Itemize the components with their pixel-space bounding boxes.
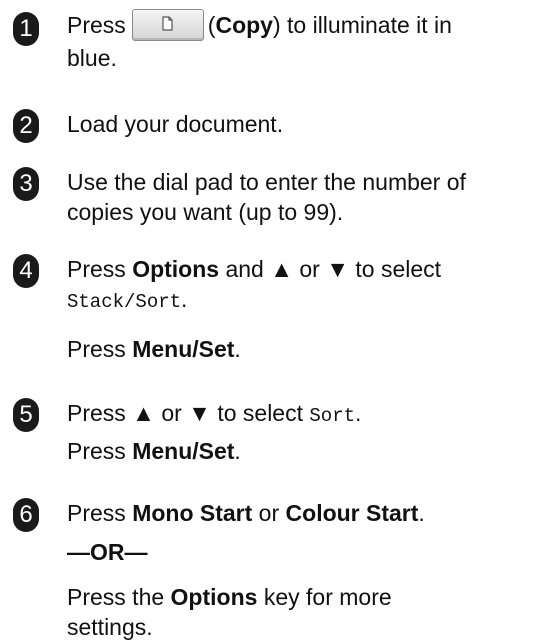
step-6-sub-pre: Press the [67,584,171,610]
step-3-text: Use the dial pad to enter the number of … [67,167,522,227]
step-5-sub-pre: Press [67,438,133,464]
step-number-4: 4 [13,254,39,288]
or-dash-left: — [67,539,90,565]
or-label: OR [90,539,125,565]
step-5-period: . [355,400,362,426]
step-4-options-label: Options [132,256,220,282]
or-dash-right: — [124,539,148,565]
step-6-sub: Press the Options key for more [67,582,392,612]
step-number-6: 6 [13,498,39,532]
step-2-text: Load your document. [67,111,284,137]
step-5-pre: Press ▲ or ▼ to select [67,400,310,426]
step-1-pre: Press [67,12,126,38]
step-5-line-1: Press ▲ or ▼ to select Sort. [67,398,522,431]
step-3-line-1: Use the dial pad to enter the number of [67,169,466,195]
step-4-sub-post: . [234,336,241,362]
step-4-period: . [181,286,188,312]
step-5-text: Press ▲ or ▼ to select Sort. [67,398,522,431]
step-number-1: 1 [13,12,39,46]
step-6-mid: or [252,500,286,526]
step-1-line-1: Press (Copy) to illuminate it in [67,8,522,43]
step-4-pre: Press [67,256,133,282]
step-6-line-1: Press Mono Start or Colour Start. [67,498,522,528]
step-4-line-1: Press Options and ▲ or ▼ to select [67,254,522,284]
step-1-line-2: blue. [67,44,117,71]
step-6-or: —OR— [67,537,148,567]
step-number-5: 5 [13,398,39,432]
step-5-sub-post: . [234,438,241,464]
step-4-sub-pre: Press [67,336,133,362]
step-6-sub-post: key for more [257,584,392,610]
step-4-text: Press Options and ▲ or ▼ to select Stack… [67,254,522,317]
step-6-options-label: Options [170,584,258,610]
step-4-mid: and ▲ or ▼ to select [219,256,442,282]
step-6-pre: Press [67,500,133,526]
step-6-text: Press Mono Start or Colour Start. [67,498,522,528]
step-4-line-2: Stack/Sort. [67,284,522,317]
step-3-line-2: copies you want (up to 99). [67,199,344,225]
document-icon [162,16,173,31]
step-number-3: 3 [13,167,39,201]
copy-key-icon [131,8,204,41]
step-5-menu-set-label: Menu/Set [132,438,235,464]
step-number-2: 2 [13,109,39,143]
step-4-sub: Press Menu/Set. [67,334,241,364]
step-6-colour-start-label: Colour Start [285,500,419,526]
step-4-lcd-stack-sort: Stack/Sort [67,291,182,313]
step-6-sub-line-2: settings. [67,614,153,640]
step-6-mono-start-label: Mono Start [132,500,253,526]
step-1-text: Press (Copy) to illuminate it in blue. [67,8,522,73]
step-6-post: . [418,500,425,526]
step-1-copy-label: Copy [215,12,273,38]
step-5-sub: Press Menu/Set. [67,436,241,466]
step-4-menu-set-label: Menu/Set [132,336,235,362]
step-1-post: ) to illuminate it in [272,12,452,38]
step-5-lcd-sort: Sort [309,405,355,427]
